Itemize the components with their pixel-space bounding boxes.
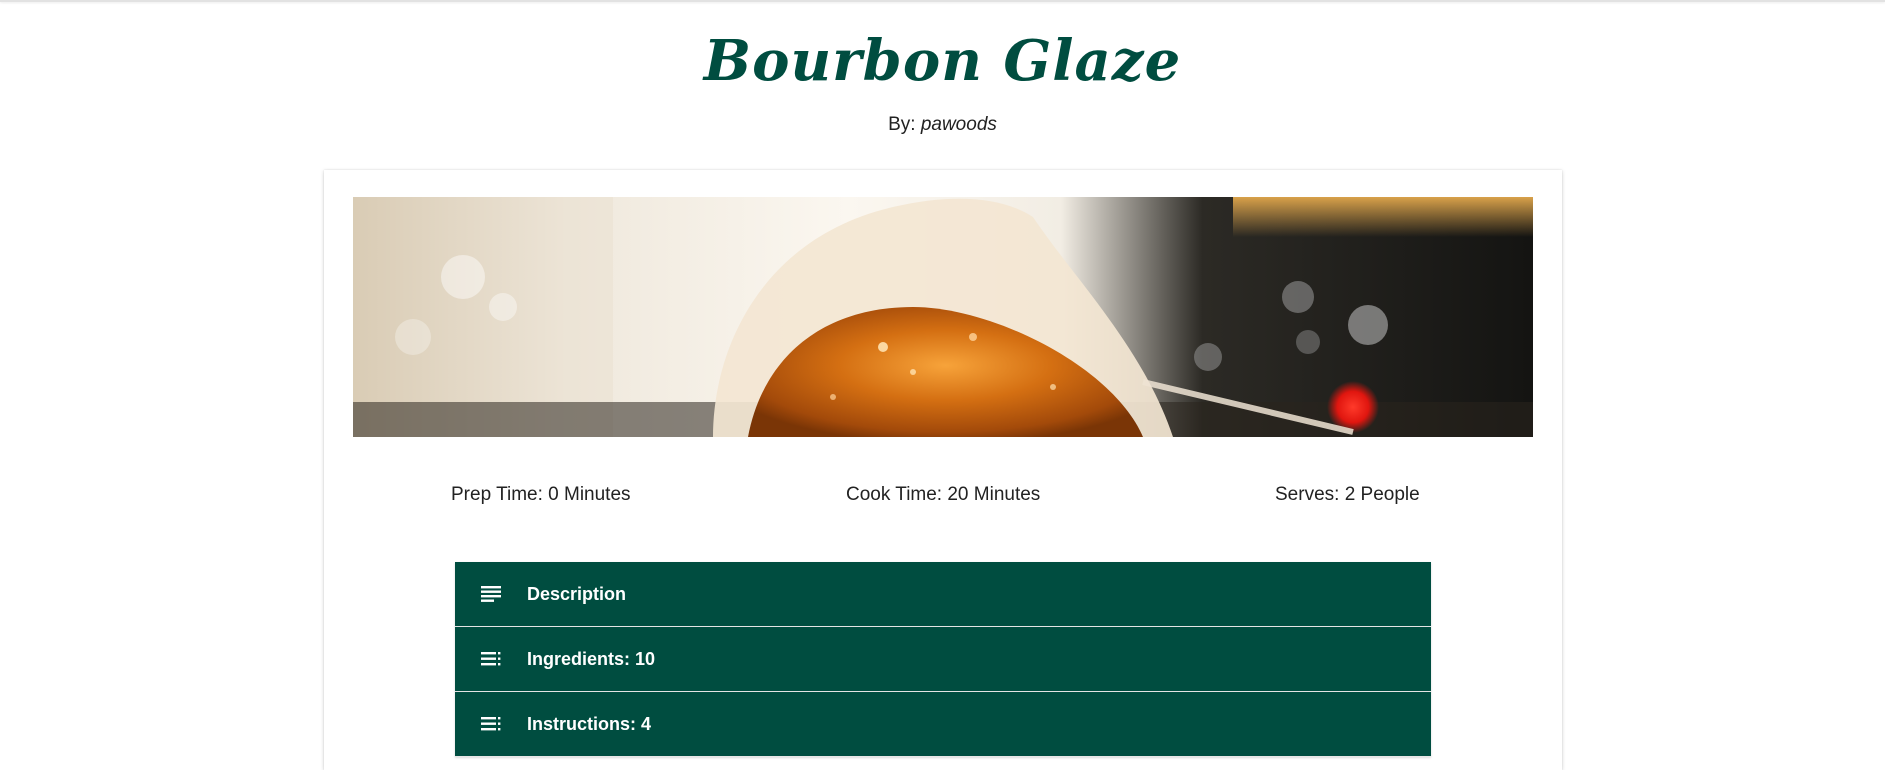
playlist-icon (481, 717, 501, 731)
recipe-sections-accordion: Description Ingredients: 10 Instructions… (455, 562, 1431, 757)
section-instructions-header[interactable]: Instructions: 4 (455, 692, 1431, 757)
section-ingredients-label: Ingredients: 10 (527, 649, 656, 669)
prep-time: Prep Time: 0 Minutes (451, 484, 631, 505)
section-description-label: Description (527, 584, 627, 604)
serves: Serves: 2 People (1275, 484, 1420, 505)
recipe-author[interactable]: pawoods (921, 114, 997, 135)
section-ingredients-header[interactable]: Ingredients: 10 (455, 627, 1431, 692)
playlist-icon (481, 652, 501, 666)
by-label: By: (888, 114, 916, 135)
top-divider (0, 0, 1885, 2)
cook-time: Cook Time: 20 Minutes (846, 484, 1041, 505)
recipe-byline: By: pawoods (0, 112, 1885, 138)
section-instructions-label: Instructions: 4 (527, 714, 652, 734)
subject-icon (481, 586, 501, 602)
section-description-header[interactable]: Description (455, 562, 1431, 627)
recipe-title: Bourbon Glaze (703, 28, 1182, 94)
recipe-hero-image (353, 197, 1533, 437)
recipe-card: Prep Time: 0 Minutes Cook Time: 20 Minut… (324, 170, 1562, 770)
